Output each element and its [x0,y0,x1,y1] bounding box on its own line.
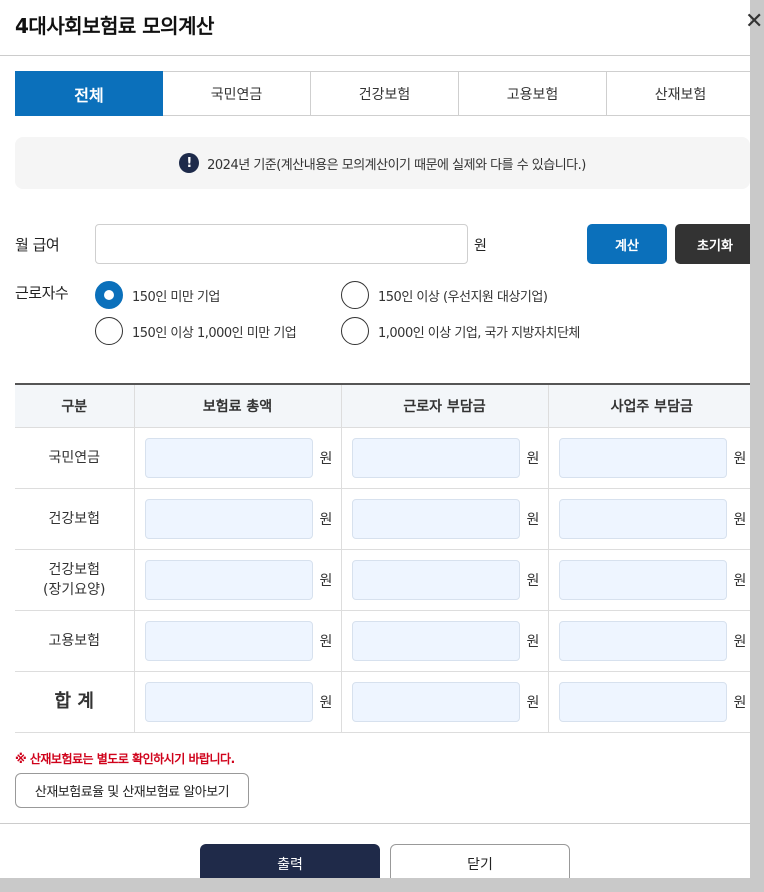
unit-label: 원 [733,572,747,589]
unit-label: 원 [733,450,747,467]
unit-label: 원 [319,694,333,711]
footer-divider [0,823,750,824]
unit-label: 원 [733,633,747,650]
amount-field[interactable] [351,437,520,478]
tab-employment-insurance[interactable]: 고용보험 [459,71,607,116]
industrial-accident-info-button[interactable]: 산재보험료율 및 산재보험료 알아보기 [15,773,249,808]
amount-field[interactable] [144,559,313,600]
salary-label: 월 급여 [15,236,60,254]
tab-health-insurance[interactable]: 건강보험 [311,71,459,116]
salary-input[interactable] [95,224,468,264]
unit-label: 원 [733,694,747,711]
unit-label: 원 [319,511,333,528]
notice-box: ! 2024년 기준(계산내용은 모의계산이기 때문에 실제와 다를 수 있습니… [15,137,750,189]
row-label-health-insurance: 건강보험 [15,488,135,550]
amount-field[interactable] [144,437,313,478]
table-row: 건강보험 (장기요양) 원 원 원 [15,549,750,611]
radio-under-150[interactable]: 150인 미만 기업 [95,281,220,309]
radio-label: 150인 미만 기업 [132,289,220,305]
amount-field[interactable] [558,559,727,600]
amount-field[interactable] [558,620,727,661]
header-employer-share: 사업주 부담금 [548,384,750,428]
row-label-total: 합 계 [15,671,135,733]
amount-field[interactable] [351,681,520,722]
reset-button[interactable]: 초기화 [675,224,750,264]
radio-over-150-priority[interactable]: 150인 이상 (우선지원 대상기업) [341,281,548,309]
amount-field[interactable] [558,437,727,478]
radio-label: 150인 이상 1,000인 미만 기업 [132,325,297,341]
amount-field[interactable] [351,620,520,661]
radio-150-to-1000[interactable]: 150인 이상 1,000인 미만 기업 [95,317,297,345]
unit-label: 원 [733,511,747,528]
notice-text: 2024년 기준(계산내용은 모의계산이기 때문에 실제와 다를 수 있습니다.… [207,157,586,173]
row-label-line: 건강보험 [48,561,101,578]
unit-label: 원 [319,572,333,589]
table-row: 고용보험 원 원 원 [15,610,750,672]
row-label-long-term-care: 건강보험 (장기요양) [15,549,135,611]
warning-text: ※ 산재보험료는 별도로 확인하시기 바랍니다. [15,752,235,766]
close-button[interactable]: 닫기 [390,844,570,878]
table-header-row: 구분 보험료 총액 근로자 부담금 사업주 부담금 [15,384,750,428]
row-label-line: (장기요양) [43,581,106,598]
workers-label: 근로자수 [15,284,69,302]
header-employee-share: 근로자 부담금 [341,384,549,428]
exclamation-icon: ! [179,153,200,173]
tab-industrial-accident[interactable]: 산재보험 [607,71,750,116]
radio-checked-icon [95,281,123,309]
unit-label: 원 [319,450,333,467]
amount-field[interactable] [558,498,727,539]
header-total: 보험료 총액 [134,384,342,428]
table-row: 국민연금 원 원 원 [15,427,750,489]
unit-label: 원 [319,633,333,650]
unit-label: 원 [526,694,540,711]
calculator-modal: 4대사회보험료 모의계산 전체 국민연금 건강보험 고용보험 산재보험 ! 20… [0,0,750,878]
header-category: 구분 [15,384,135,428]
table-row-total: 합 계 원 원 원 [15,671,750,733]
unit-label: 원 [526,572,540,589]
radio-label: 150인 이상 (우선지원 대상기업) [378,289,548,305]
print-button[interactable]: 출력 [200,844,380,878]
amount-field[interactable] [558,681,727,722]
unit-label: 원 [526,633,540,650]
radio-unchecked-icon [341,317,369,345]
amount-field[interactable] [351,498,520,539]
premium-table: 구분 보험료 총액 근로자 부담금 사업주 부담금 국민연금 원 원 원 건강보… [15,383,750,733]
unit-label: 원 [526,511,540,528]
calculate-button[interactable]: 계산 [587,224,667,264]
radio-unchecked-icon [341,281,369,309]
header-divider [0,55,750,56]
row-label-national-pension: 국민연금 [15,427,135,489]
amount-field[interactable] [351,559,520,600]
radio-unchecked-icon [95,317,123,345]
unit-label: 원 [526,450,540,467]
table-row: 건강보험 원 원 원 [15,488,750,550]
tab-national-pension[interactable]: 국민연금 [163,71,311,116]
row-label-employment-insurance: 고용보험 [15,610,135,672]
radio-label: 1,000인 이상 기업, 국가 지방자치단체 [378,325,580,341]
insurance-tabs: 전체 국민연금 건강보험 고용보험 산재보험 [15,71,750,116]
tab-all[interactable]: 전체 [15,71,163,116]
modal-title: 4대사회보험료 모의계산 [15,14,214,38]
salary-unit: 원 [474,238,487,254]
amount-field[interactable] [144,620,313,661]
close-icon[interactable]: ✕ [745,11,763,33]
amount-field[interactable] [144,498,313,539]
amount-field[interactable] [144,681,313,722]
radio-over-1000-government[interactable]: 1,000인 이상 기업, 국가 지방자치단체 [341,317,580,345]
